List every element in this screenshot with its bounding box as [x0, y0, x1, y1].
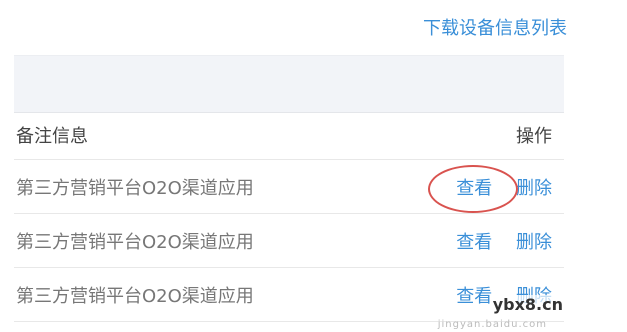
delete-button[interactable]: 删除	[516, 178, 552, 199]
site-watermark: ybx8.cn	[490, 295, 565, 314]
download-device-list-link[interactable]: 下载设备信息列表	[423, 14, 567, 40]
table-row: 第三方营销平台O2O渠道应用 查看 删除	[14, 214, 564, 268]
table-row: 第三方营销平台O2O渠道应用 查看 删除	[14, 160, 564, 214]
row-note: 第三方营销平台O2O渠道应用	[16, 231, 254, 253]
row-note: 第三方营销平台O2O渠道应用	[16, 177, 254, 199]
view-button[interactable]: 查看	[456, 286, 492, 307]
row-ops: 查看 删除	[456, 228, 552, 254]
table-row: 第三方营销平台O2O渠道应用 查看 删除	[14, 268, 564, 322]
filter-band	[14, 55, 564, 113]
row-note: 第三方营销平台O2O渠道应用	[16, 285, 254, 307]
site-watermark-sub: jingyan.baidu.com	[437, 319, 547, 330]
view-button[interactable]: 查看	[428, 164, 519, 213]
row-ops: 查看 删除	[428, 164, 552, 213]
header-ops: 操作	[516, 126, 552, 147]
table-header-row: 备注信息 操作	[14, 111, 564, 160]
view-button[interactable]: 查看	[456, 232, 492, 253]
header-note: 备注信息	[16, 126, 88, 147]
delete-button[interactable]: 删除	[516, 232, 552, 253]
highlight-ring	[428, 164, 519, 213]
device-table: 备注信息 操作 第三方营销平台O2O渠道应用 查看 删除 第三方营销平台O2O渠…	[14, 111, 564, 322]
